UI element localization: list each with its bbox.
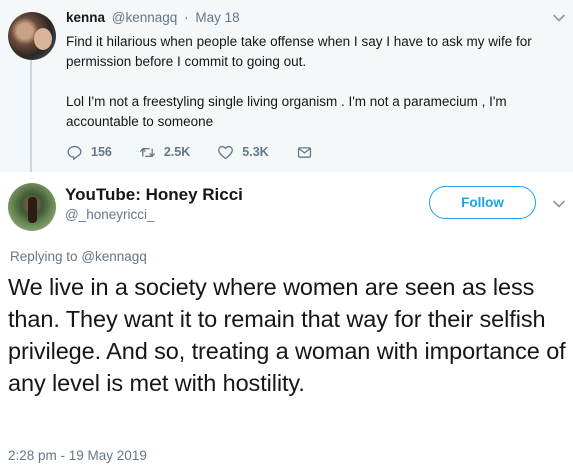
parent-tweet-text: Find it hilarious when people take offen…	[66, 32, 556, 132]
tweet-actions: 156 2.5K 5.3K	[66, 142, 348, 162]
retweet-button[interactable]: 2.5K	[139, 144, 190, 161]
meta-separator: ·	[184, 10, 189, 25]
like-count: 5.3K	[242, 145, 269, 159]
parent-tweet[interactable]: kenna @kennagq · May 18 Find it hilariou…	[0, 0, 573, 172]
avatar-photo	[28, 197, 37, 223]
like-icon	[218, 145, 234, 159]
tweet-date[interactable]: May 18	[195, 10, 239, 25]
author-handle[interactable]: @kennagq	[112, 10, 178, 25]
reply-icon	[67, 145, 82, 160]
direct-message-button[interactable]	[296, 144, 321, 161]
replying-to-label: Replying to	[10, 249, 78, 264]
message-icon	[297, 146, 311, 158]
tweet-text: We live in a society where women are see…	[8, 274, 566, 396]
chevron-down-icon[interactable]	[552, 197, 566, 211]
avatar[interactable]	[8, 183, 56, 231]
reply-button[interactable]: 156	[66, 144, 112, 161]
avatar-photo	[34, 28, 52, 50]
parent-tweet-header: kenna @kennagq · May 18	[66, 10, 240, 25]
tweet-timestamp[interactable]: 2:28 pm - 19 May 2019	[8, 448, 147, 463]
retweet-count: 2.5K	[163, 145, 191, 159]
tweet-paragraph: Find it hilarious when people take offen…	[66, 34, 532, 69]
author-handle[interactable]: @_honeyricci_	[65, 207, 155, 222]
replying-to: Replying to @kennagq	[10, 249, 147, 264]
avatar[interactable]	[8, 12, 56, 60]
replying-to-handle[interactable]: @kennagq	[81, 249, 147, 264]
author-name[interactable]: YouTube: Honey Ricci	[65, 185, 243, 205]
retweet-icon	[139, 147, 155, 157]
reply-count: 156	[91, 145, 112, 159]
follow-button[interactable]: Follow	[429, 186, 536, 219]
like-button[interactable]: 5.3K	[217, 144, 269, 161]
tweet-paragraph: Lol I'm not a freestyling single living …	[66, 94, 507, 129]
chevron-down-icon[interactable]	[552, 11, 566, 25]
thread-line	[30, 56, 32, 172]
author-name[interactable]: kenna	[66, 10, 105, 25]
